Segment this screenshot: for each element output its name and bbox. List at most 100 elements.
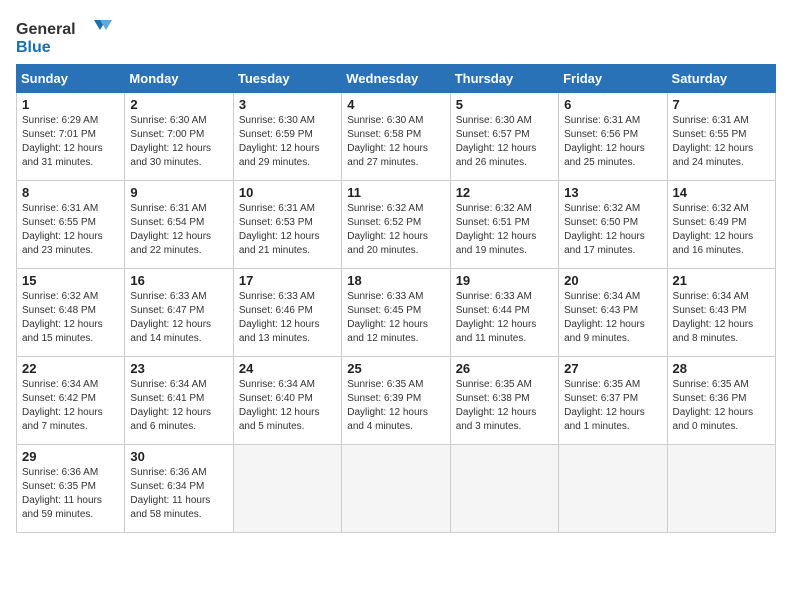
- day-number: 14: [673, 185, 770, 200]
- calendar-cell: 25 Sunrise: 6:35 AMSunset: 6:39 PMDayligh…: [342, 357, 450, 445]
- day-number: 4: [347, 97, 444, 112]
- weekday-header-tuesday: Tuesday: [233, 65, 341, 93]
- calendar-cell: 27 Sunrise: 6:35 AMSunset: 6:37 PMDayligh…: [559, 357, 667, 445]
- calendar-week-row: 29 Sunrise: 6:36 AMSunset: 6:35 PMDayligh…: [17, 445, 776, 533]
- calendar-cell: 14 Sunrise: 6:32 AMSunset: 6:49 PMDayligh…: [667, 181, 775, 269]
- calendar-cell: 12 Sunrise: 6:32 AMSunset: 6:51 PMDayligh…: [450, 181, 558, 269]
- calendar-cell: [342, 445, 450, 533]
- day-number: 26: [456, 361, 553, 376]
- logo: GeneralBlue: [16, 16, 116, 56]
- day-info: Sunrise: 6:32 AMSunset: 6:49 PMDaylight:…: [673, 203, 754, 256]
- day-info: Sunrise: 6:31 AMSunset: 6:53 PMDaylight:…: [239, 203, 320, 256]
- weekday-header-row: SundayMondayTuesdayWednesdayThursdayFrid…: [17, 65, 776, 93]
- day-info: Sunrise: 6:36 AMSunset: 6:35 PMDaylight:…: [22, 467, 102, 520]
- day-info: Sunrise: 6:33 AMSunset: 6:47 PMDaylight:…: [130, 291, 211, 344]
- day-info: Sunrise: 6:36 AMSunset: 6:34 PMDaylight:…: [130, 467, 210, 520]
- day-number: 13: [564, 185, 661, 200]
- day-info: Sunrise: 6:31 AMSunset: 6:54 PMDaylight:…: [130, 203, 211, 256]
- calendar-cell: 15 Sunrise: 6:32 AMSunset: 6:48 PMDayligh…: [17, 269, 125, 357]
- day-number: 20: [564, 273, 661, 288]
- day-number: 29: [22, 449, 119, 464]
- calendar-cell: 26Sunrise: 6:35 AMSunset: 6:38 PMDayligh…: [450, 357, 558, 445]
- calendar-cell: 16 Sunrise: 6:33 AMSunset: 6:47 PMDayligh…: [125, 269, 233, 357]
- day-number: 12: [456, 185, 553, 200]
- day-number: 11: [347, 185, 444, 200]
- calendar-week-row: 15 Sunrise: 6:32 AMSunset: 6:48 PMDayligh…: [17, 269, 776, 357]
- weekday-header-wednesday: Wednesday: [342, 65, 450, 93]
- day-info: Sunrise: 6:29 AMSunset: 7:01 PMDaylight:…: [22, 115, 103, 168]
- svg-text:General: General: [16, 21, 76, 38]
- day-info: Sunrise: 6:33 AMSunset: 6:45 PMDaylight:…: [347, 291, 428, 344]
- day-info: Sunrise: 6:31 AMSunset: 6:55 PMDaylight:…: [673, 115, 754, 168]
- calendar-cell: 10 Sunrise: 6:31 AMSunset: 6:53 PMDayligh…: [233, 181, 341, 269]
- day-info: Sunrise: 6:34 AMSunset: 6:43 PMDaylight:…: [673, 291, 754, 344]
- day-info: Sunrise: 6:34 AMSunset: 6:41 PMDaylight:…: [130, 379, 211, 432]
- calendar-cell: [450, 445, 558, 533]
- day-info: Sunrise: 6:32 AMSunset: 6:48 PMDaylight:…: [22, 291, 103, 344]
- calendar-cell: 6 Sunrise: 6:31 AMSunset: 6:56 PMDaylight…: [559, 93, 667, 181]
- calendar-cell: [667, 445, 775, 533]
- weekday-header-thursday: Thursday: [450, 65, 558, 93]
- day-info: Sunrise: 6:34 AMSunset: 6:40 PMDaylight:…: [239, 379, 320, 432]
- day-info: Sunrise: 6:32 AMSunset: 6:51 PMDaylight:…: [456, 203, 537, 256]
- calendar-cell: 5Sunrise: 6:30 AMSunset: 6:57 PMDaylight…: [450, 93, 558, 181]
- day-number: 3: [239, 97, 336, 112]
- weekday-header-friday: Friday: [559, 65, 667, 93]
- day-number: 24: [239, 361, 336, 376]
- day-info: Sunrise: 6:35 AMSunset: 6:37 PMDaylight:…: [564, 379, 645, 432]
- svg-text:Blue: Blue: [16, 39, 51, 56]
- day-number: 10: [239, 185, 336, 200]
- day-info: Sunrise: 6:33 AMSunset: 6:46 PMDaylight:…: [239, 291, 320, 344]
- day-number: 28: [673, 361, 770, 376]
- day-info: Sunrise: 6:32 AMSunset: 6:50 PMDaylight:…: [564, 203, 645, 256]
- day-number: 15: [22, 273, 119, 288]
- calendar-cell: 30 Sunrise: 6:36 AMSunset: 6:34 PMDayligh…: [125, 445, 233, 533]
- day-info: Sunrise: 6:35 AMSunset: 6:36 PMDaylight:…: [673, 379, 754, 432]
- calendar-cell: 20Sunrise: 6:34 AMSunset: 6:43 PMDayligh…: [559, 269, 667, 357]
- page-header: GeneralBlue: [16, 16, 776, 56]
- calendar-cell: 1 Sunrise: 6:29 AMSunset: 7:01 PMDaylight…: [17, 93, 125, 181]
- day-number: 6: [564, 97, 661, 112]
- calendar-cell: 19 Sunrise: 6:33 AMSunset: 6:44 PMDayligh…: [450, 269, 558, 357]
- calendar-cell: 29 Sunrise: 6:36 AMSunset: 6:35 PMDayligh…: [17, 445, 125, 533]
- day-number: 1: [22, 97, 119, 112]
- weekday-header-sunday: Sunday: [17, 65, 125, 93]
- day-number: 18: [347, 273, 444, 288]
- calendar-cell: 13 Sunrise: 6:32 AMSunset: 6:50 PMDayligh…: [559, 181, 667, 269]
- calendar-cell: [559, 445, 667, 533]
- calendar-cell: 9 Sunrise: 6:31 AMSunset: 6:54 PMDaylight…: [125, 181, 233, 269]
- day-info: Sunrise: 6:30 AMSunset: 6:57 PMDaylight:…: [456, 115, 537, 168]
- calendar-cell: 17 Sunrise: 6:33 AMSunset: 6:46 PMDayligh…: [233, 269, 341, 357]
- calendar-cell: [233, 445, 341, 533]
- calendar-cell: 4 Sunrise: 6:30 AMSunset: 6:58 PMDaylight…: [342, 93, 450, 181]
- calendar-cell: 22Sunrise: 6:34 AMSunset: 6:42 PMDayligh…: [17, 357, 125, 445]
- day-info: Sunrise: 6:31 AMSunset: 6:56 PMDaylight:…: [564, 115, 645, 168]
- day-number: 7: [673, 97, 770, 112]
- day-number: 19: [456, 273, 553, 288]
- day-info: Sunrise: 6:33 AMSunset: 6:44 PMDaylight:…: [456, 291, 537, 344]
- calendar-table: SundayMondayTuesdayWednesdayThursdayFrid…: [16, 64, 776, 533]
- day-number: 17: [239, 273, 336, 288]
- day-info: Sunrise: 6:30 AMSunset: 7:00 PMDaylight:…: [130, 115, 211, 168]
- calendar-cell: 24 Sunrise: 6:34 AMSunset: 6:40 PMDayligh…: [233, 357, 341, 445]
- day-info: Sunrise: 6:35 AMSunset: 6:39 PMDaylight:…: [347, 379, 428, 432]
- weekday-header-saturday: Saturday: [667, 65, 775, 93]
- day-number: 16: [130, 273, 227, 288]
- day-info: Sunrise: 6:30 AMSunset: 6:59 PMDaylight:…: [239, 115, 320, 168]
- calendar-cell: 11Sunrise: 6:32 AMSunset: 6:52 PMDayligh…: [342, 181, 450, 269]
- day-number: 25: [347, 361, 444, 376]
- calendar-cell: 28 Sunrise: 6:35 AMSunset: 6:36 PMDayligh…: [667, 357, 775, 445]
- day-number: 9: [130, 185, 227, 200]
- weekday-header-monday: Monday: [125, 65, 233, 93]
- day-number: 30: [130, 449, 227, 464]
- day-info: Sunrise: 6:30 AMSunset: 6:58 PMDaylight:…: [347, 115, 428, 168]
- calendar-cell: 21Sunrise: 6:34 AMSunset: 6:43 PMDayligh…: [667, 269, 775, 357]
- calendar-cell: 18 Sunrise: 6:33 AMSunset: 6:45 PMDayligh…: [342, 269, 450, 357]
- day-info: Sunrise: 6:31 AMSunset: 6:55 PMDaylight:…: [22, 203, 103, 256]
- day-number: 23: [130, 361, 227, 376]
- calendar-cell: 23 Sunrise: 6:34 AMSunset: 6:41 PMDayligh…: [125, 357, 233, 445]
- day-number: 27: [564, 361, 661, 376]
- calendar-cell: 3 Sunrise: 6:30 AMSunset: 6:59 PMDaylight…: [233, 93, 341, 181]
- calendar-cell: 2Sunrise: 6:30 AMSunset: 7:00 PMDaylight…: [125, 93, 233, 181]
- day-info: Sunrise: 6:34 AMSunset: 6:42 PMDaylight:…: [22, 379, 103, 432]
